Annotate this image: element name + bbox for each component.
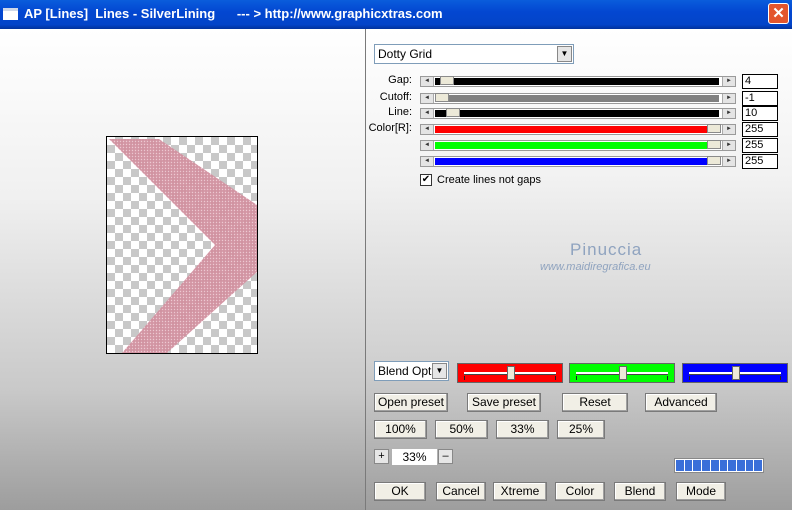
slider-left-arrow-icon[interactable]: ◄ <box>421 109 434 118</box>
progress-block <box>693 460 702 471</box>
dialog-button-4[interactable]: Blend <box>614 482 666 501</box>
color-slider-knob[interactable] <box>507 366 515 380</box>
slider-right-arrow-icon[interactable]: ► <box>722 109 735 118</box>
param-value-field[interactable]: 255 <box>742 122 778 137</box>
color-slider-knob[interactable] <box>619 366 627 380</box>
param-value-field[interactable]: 4 <box>742 74 778 89</box>
effect-select[interactable]: Dotty Grid ▼ <box>374 44 574 64</box>
param-slider[interactable]: ◄ ► <box>420 93 736 104</box>
zoom-in-button[interactable]: + <box>374 449 389 464</box>
preview-image[interactable] <box>106 136 258 354</box>
dialog-button-2[interactable]: Xtreme <box>493 482 547 501</box>
preview-chevron-graphic <box>109 139 257 353</box>
slider-left-arrow-icon[interactable]: ◄ <box>421 77 434 86</box>
param-slider[interactable]: ◄ ► <box>420 124 736 135</box>
progress-block <box>745 460 754 471</box>
slider-track[interactable] <box>435 110 719 117</box>
tick-mark <box>576 376 577 380</box>
progress-block <box>719 460 728 471</box>
zoom-preset-button-3[interactable]: 25% <box>557 420 605 439</box>
progress-block <box>754 460 763 471</box>
zoom-value: 33% <box>392 449 437 465</box>
param-value-field[interactable]: 10 <box>742 106 778 121</box>
slider-track[interactable] <box>435 158 719 165</box>
color-slider[interactable] <box>457 363 563 383</box>
param-label: Line: <box>388 106 412 118</box>
tick-mark <box>780 376 781 380</box>
slider-track[interactable] <box>435 78 719 85</box>
slider-left-arrow-icon[interactable]: ◄ <box>421 94 434 103</box>
watermark-name: Pinuccia <box>570 240 643 259</box>
slider-right-arrow-icon[interactable]: ► <box>722 77 735 86</box>
progress-block <box>684 460 693 471</box>
slider-track[interactable] <box>435 126 719 133</box>
close-button[interactable]: ✕ <box>768 3 789 24</box>
color-slider[interactable] <box>682 363 788 383</box>
title-bar: AP [Lines] Lines - SilverLining --- > ht… <box>0 0 792 29</box>
effect-select-value: Dotty Grid <box>378 47 433 61</box>
param-slider[interactable]: ◄ ► <box>420 140 736 151</box>
param-slider[interactable]: ◄ ► <box>420 76 736 87</box>
param-label: Cutoff: <box>379 91 412 103</box>
blend-options-select[interactable]: Blend Optio ▼ <box>374 361 449 381</box>
tick-mark <box>667 376 668 380</box>
tick-mark <box>464 376 465 380</box>
progress-block <box>728 460 736 471</box>
progress-block <box>676 460 684 471</box>
slider-track[interactable] <box>435 95 719 102</box>
slider-thumb[interactable] <box>707 140 721 149</box>
slider-right-arrow-icon[interactable]: ► <box>722 125 735 134</box>
color-slider[interactable] <box>569 363 675 383</box>
preset-button-2[interactable]: Reset <box>562 393 628 412</box>
slider-track[interactable] <box>435 142 719 149</box>
slider-right-arrow-icon[interactable]: ► <box>722 141 735 150</box>
slider-left-arrow-icon[interactable]: ◄ <box>421 157 434 166</box>
slider-right-arrow-icon[interactable]: ► <box>722 157 735 166</box>
zoom-preset-button-0[interactable]: 100% <box>374 420 427 439</box>
progress-bar <box>674 458 764 473</box>
slider-thumb[interactable] <box>440 76 455 85</box>
slider-thumb[interactable] <box>707 156 721 165</box>
zoom-preset-button-2[interactable]: 33% <box>496 420 549 439</box>
create-lines-checkbox[interactable]: ✔ <box>420 174 432 186</box>
slider-right-arrow-icon[interactable]: ► <box>722 94 735 103</box>
chevron-down-icon[interactable]: ▼ <box>557 46 572 62</box>
slider-thumb[interactable] <box>445 108 460 117</box>
chevron-down-icon[interactable]: ▼ <box>432 363 447 379</box>
param-value-field[interactable]: -1 <box>742 91 778 106</box>
window-title: AP [Lines] Lines - SilverLining --- > ht… <box>24 6 443 21</box>
param-label: Gap: <box>388 74 412 86</box>
color-slider-knob[interactable] <box>732 366 740 380</box>
blend-options-value: Blend Optio <box>378 364 434 378</box>
create-lines-label: Create lines not gaps <box>437 174 541 186</box>
slider-thumb[interactable] <box>435 93 449 102</box>
dialog-button-0[interactable]: OK <box>374 482 426 501</box>
param-slider[interactable]: ◄ ► <box>420 108 736 119</box>
dialog-button-1[interactable]: Cancel <box>436 482 486 501</box>
dialog-button-3[interactable]: Color <box>555 482 605 501</box>
slider-left-arrow-icon[interactable]: ◄ <box>421 141 434 150</box>
dialog-button-5[interactable]: Mode <box>676 482 726 501</box>
param-label: Color[R]: <box>368 122 412 134</box>
param-value-field[interactable]: 255 <box>742 154 778 169</box>
tick-mark <box>555 376 556 380</box>
zoom-out-button[interactable]: – <box>438 449 453 464</box>
zoom-preset-button-1[interactable]: 50% <box>435 420 488 439</box>
preset-button-3[interactable]: Advanced <box>645 393 717 412</box>
progress-block <box>736 460 745 471</box>
param-slider[interactable]: ◄ ► <box>420 156 736 167</box>
preset-button-1[interactable]: Save preset <box>467 393 541 412</box>
tick-mark <box>689 376 690 380</box>
progress-block <box>702 460 710 471</box>
watermark-url: www.maidiregrafica.eu <box>540 261 651 273</box>
preset-button-0[interactable]: Open preset <box>374 393 448 412</box>
param-value-field[interactable]: 255 <box>742 138 778 153</box>
progress-block <box>710 460 719 471</box>
slider-thumb[interactable] <box>707 124 721 133</box>
slider-left-arrow-icon[interactable]: ◄ <box>421 125 434 134</box>
window-icon <box>3 8 18 20</box>
